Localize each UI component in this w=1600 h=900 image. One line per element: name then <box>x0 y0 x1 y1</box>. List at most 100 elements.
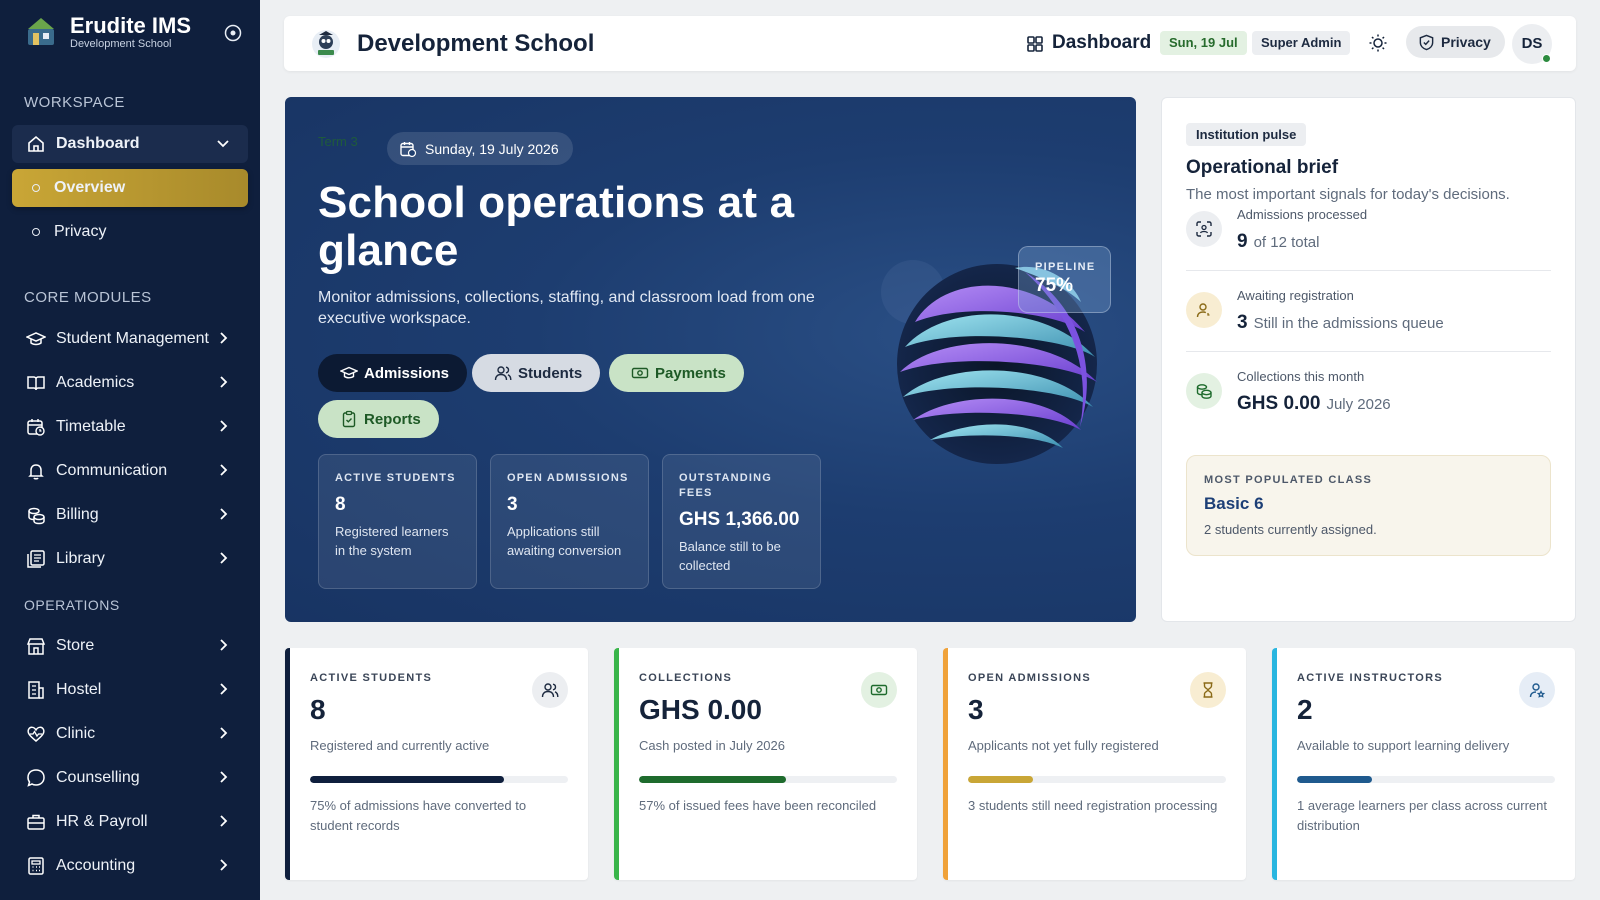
hero-stat-value: GHS 1,366.00 <box>679 509 800 530</box>
most-populated-label: MOST POPULATED CLASS <box>1204 474 1373 486</box>
nav-privacy-label: Privacy <box>54 223 107 240</box>
reports-button[interactable]: Reports <box>318 400 439 438</box>
brand-subtitle: Development School <box>70 38 172 50</box>
kpi-progress-fill <box>310 776 504 783</box>
user-star-icon <box>1519 672 1555 708</box>
nav-dashboard[interactable]: Dashboard <box>12 125 248 163</box>
graduation-cap-icon <box>26 329 46 349</box>
nav-label: Billing <box>56 506 99 523</box>
section-label-core: CORE MODULES <box>24 289 152 306</box>
nav-label: Store <box>56 637 95 654</box>
kpi-value: GHS 0.00 <box>639 694 762 725</box>
nav-timetable[interactable]: Timetable <box>12 408 248 446</box>
chevron-right-icon <box>220 727 228 739</box>
grid-icon <box>1027 36 1043 52</box>
brief-row-label: Admissions processed <box>1237 207 1368 222</box>
library-icon <box>26 549 46 569</box>
nav-label: Timetable <box>56 418 126 435</box>
brief-row-note: July 2026 <box>1326 396 1391 413</box>
date-badge: Sun, 19 Jul <box>1160 31 1247 55</box>
nav-accounting[interactable]: Accounting <box>12 847 248 885</box>
nav-library[interactable]: Library <box>12 540 248 578</box>
hero-stat-label: ACTIVE STUDENTS <box>335 472 456 484</box>
banknote-icon <box>861 672 897 708</box>
heart-pulse-icon <box>26 724 46 744</box>
bell-icon <box>26 461 46 481</box>
kpi-note: 1 average learners per class across curr… <box>1297 798 1548 833</box>
kpi-card-open-admissions: OPEN ADMISSIONS 3 Applicants not yet ful… <box>943 648 1246 880</box>
coins-icon <box>1186 373 1222 409</box>
brief-row-value: GHS 0.00 <box>1237 393 1321 414</box>
kpi-progress-fill <box>968 776 1033 783</box>
calendar-icon <box>400 141 417 157</box>
chevron-right-icon <box>220 376 228 388</box>
nav-label: Counselling <box>56 769 140 786</box>
kpi-label: ACTIVE INSTRUCTORS <box>1297 672 1444 684</box>
sidebar-toggle-icon[interactable] <box>224 24 242 42</box>
brief-row-value-line: 9 of 12 total <box>1237 231 1319 253</box>
nav-billing[interactable]: Billing <box>12 496 248 534</box>
kpi-sub: Available to support learning delivery <box>1297 738 1510 753</box>
kpi-progress-fill <box>1297 776 1372 783</box>
brand[interactable]: Erudite IMS Development School <box>24 14 191 50</box>
chevron-right-icon <box>220 508 228 520</box>
section-label-operations: OPERATIONS <box>24 597 120 613</box>
coins-icon <box>26 505 46 525</box>
most-populated-sub: 2 students currently assigned. <box>1204 522 1377 537</box>
theme-toggle-sun-icon[interactable] <box>1368 33 1388 53</box>
users-icon <box>532 672 568 708</box>
hero-date-chip: Sunday, 19 July 2026 <box>387 132 573 165</box>
nav-academics[interactable]: Academics <box>12 364 248 402</box>
divider <box>1186 351 1551 352</box>
nav-counselling[interactable]: Counselling <box>12 759 248 797</box>
kpi-sub: Cash posted in July 2026 <box>639 738 785 753</box>
nav-label: Accounting <box>56 857 136 874</box>
kpi-progress-track <box>968 776 1226 783</box>
nav-communication[interactable]: Communication <box>12 452 248 490</box>
payments-button[interactable]: Payments <box>609 354 744 392</box>
brief-title: Operational brief <box>1186 157 1339 178</box>
nav-label: Library <box>56 550 105 567</box>
nav-clinic[interactable]: Clinic <box>12 715 248 753</box>
pipeline-badge: PIPELINE 75% <box>1018 246 1111 313</box>
admissions-button[interactable]: Admissions <box>318 354 468 392</box>
nav-student-management[interactable]: Student Management <box>12 320 248 358</box>
breadcrumb-dashboard[interactable]: Dashboard <box>1052 32 1151 54</box>
kpi-sub: Applicants not yet fully registered <box>968 738 1159 753</box>
shield-icon <box>1419 34 1434 50</box>
term-tag: Term 3 <box>318 134 358 149</box>
nav-overview[interactable]: Overview <box>12 169 248 207</box>
brief-row-label: Collections this month <box>1237 369 1365 384</box>
most-populated-class-name[interactable]: Basic 6 <box>1204 494 1533 514</box>
nav-label: HR & Payroll <box>56 813 148 830</box>
book-open-icon <box>26 373 46 393</box>
privacy-button[interactable]: Privacy <box>1406 26 1505 58</box>
kpi-value: 8 <box>310 694 326 725</box>
nav-privacy[interactable]: Privacy <box>12 213 248 251</box>
role-badge: Super Admin <box>1252 31 1351 55</box>
bullet-icon <box>32 228 40 236</box>
users-icon <box>494 366 512 381</box>
divider <box>1186 270 1551 271</box>
chevron-right-icon <box>220 815 228 827</box>
chevron-right-icon <box>220 464 228 476</box>
chevron-right-icon <box>220 552 228 564</box>
kpi-progress-track <box>310 776 568 783</box>
reports-button-label: Reports <box>364 410 421 428</box>
kpi-card-active-students: ACTIVE STUDENTS 8 Registered and current… <box>285 648 588 880</box>
brief-row-label: Awaiting registration <box>1237 288 1354 303</box>
nav-label: Student Management <box>56 330 209 347</box>
nav-hr-payroll[interactable]: HR & Payroll <box>12 803 248 841</box>
avatar-initials: DS <box>1521 35 1543 52</box>
chat-heart-icon <box>26 768 46 788</box>
nav-hostel[interactable]: Hostel <box>12 671 248 709</box>
nav-store[interactable]: Store <box>12 627 248 665</box>
hero-title: School operations at a glance <box>318 178 795 275</box>
pipeline-value: 75% <box>1035 275 1074 296</box>
hero-panel: Term 3 Sunday, 19 July 2026 School opera… <box>285 97 1136 622</box>
user-avatar[interactable]: DS <box>1512 24 1552 64</box>
students-button[interactable]: Students <box>472 354 601 392</box>
kpi-value: 3 <box>968 694 984 725</box>
kpi-label: OPEN ADMISSIONS <box>968 672 1091 684</box>
kpi-label: ACTIVE STUDENTS <box>310 672 433 684</box>
